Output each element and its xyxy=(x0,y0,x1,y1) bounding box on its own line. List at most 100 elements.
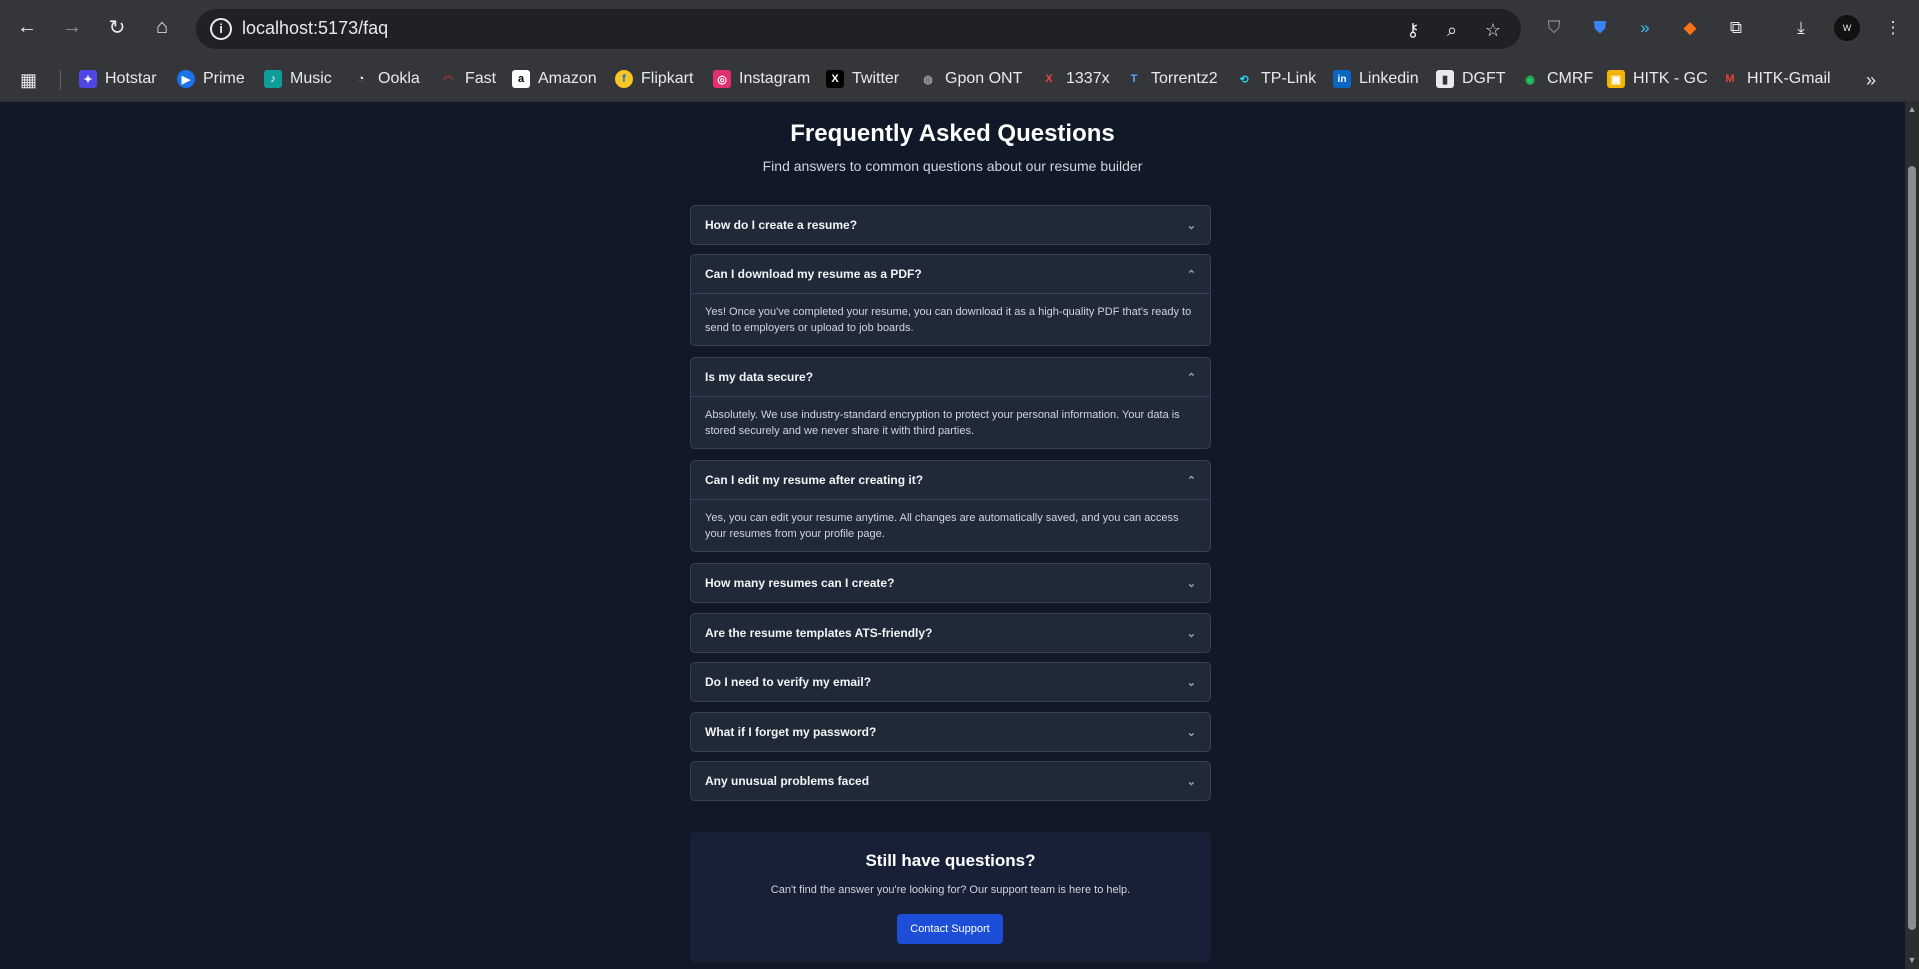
bookmark-instagram[interactable]: ◎ Instagram xyxy=(713,70,810,88)
bookmark-tp-link[interactable]: ⟲ TP-Link xyxy=(1235,70,1316,88)
extensions-puzzle-icon[interactable]: ⧉ xyxy=(1723,15,1749,41)
chevron-up-icon: ⌃ xyxy=(1186,268,1196,281)
scrollbar-thumb[interactable] xyxy=(1908,166,1916,930)
instagram-icon: ◎ xyxy=(713,70,731,88)
bookmark-label: Prime xyxy=(203,70,245,87)
tp-link-icon: ⟲ xyxy=(1239,73,1249,86)
bookmark-1337x[interactable]: X 1337x xyxy=(1040,70,1110,88)
forward-icon[interactable]: → xyxy=(58,13,86,41)
bookmark-music[interactable]: ♪ Music xyxy=(264,70,332,88)
metamask-extension-icon[interactable]: ◆ xyxy=(1677,15,1703,41)
bookmark-hitk-gmail[interactable]: M HITK-Gmail xyxy=(1721,70,1831,88)
chevron-down-icon: ⌄ xyxy=(1186,676,1196,689)
chevron-down-icon: ⌄ xyxy=(1186,726,1196,739)
ublock-extension-icon[interactable]: ⛉ xyxy=(1541,15,1567,41)
bookmark-cmrf[interactable]: ◉ CMRF xyxy=(1521,70,1593,88)
bookmark-amazon[interactable]: a Amazon xyxy=(512,70,597,88)
scroll-down-icon[interactable]: ▼ xyxy=(1907,955,1917,965)
bookmark-prime[interactable]: ▶ Prime xyxy=(177,70,245,88)
faq-question-text: How many resumes can I create? xyxy=(705,576,895,590)
bookmark-gpon-ont[interactable]: ◍ Gpon ONT xyxy=(919,70,1022,88)
faq-item[interactable]: Are the resume templates ATS-friendly? ⌄ xyxy=(690,613,1211,653)
linkedin-icon: in xyxy=(1333,70,1351,88)
contact-support-button[interactable]: Contact Support xyxy=(897,914,1003,944)
faq-item[interactable]: Do I need to verify my email? ⌄ xyxy=(690,662,1211,702)
faq-item[interactable]: Can I download my resume as a PDF? ⌃ Yes!… xyxy=(690,254,1211,346)
bookmark-dgft[interactable]: ▮ DGFT xyxy=(1436,70,1506,88)
bookmark-label: 1337x xyxy=(1066,70,1110,87)
1337x-icon: X xyxy=(1045,73,1053,85)
site-info-icon[interactable]: i xyxy=(210,18,232,40)
faq-page: Frequently Asked Questions Find answers … xyxy=(0,102,1905,969)
music-icon: ♪ xyxy=(264,70,282,88)
address-bar[interactable]: i localhost:5173/faq ⚷ ⌕ ☆ xyxy=(196,9,1521,49)
faq-answer: Absolutely. We use industry-standard enc… xyxy=(691,396,1210,448)
faq-question-text: Can I download my resume as a PDF? xyxy=(705,267,922,281)
faq-question-button[interactable]: Do I need to verify my email? ⌄ xyxy=(691,663,1210,701)
cmrf-icon: ◉ xyxy=(1525,73,1535,86)
bookmark-hotstar[interactable]: ✦ Hotstar xyxy=(79,70,157,88)
bookmark-linkedin[interactable]: in Linkedin xyxy=(1333,70,1419,88)
faq-question-text: Is my data secure? xyxy=(705,370,814,384)
bookmark-torrentz2[interactable]: T Torrentz2 xyxy=(1125,70,1218,88)
faq-item[interactable]: Can I edit my resume after creating it? ⌃… xyxy=(690,460,1211,552)
home-icon[interactable]: ⌂ xyxy=(148,13,176,41)
faq-question-button[interactable]: Any unusual problems faced ⌄ xyxy=(691,762,1210,800)
faq-question-button[interactable]: How do I create a resume? ⌄ xyxy=(691,206,1210,244)
chevron-up-icon: ⌃ xyxy=(1186,474,1196,487)
faq-question-button[interactable]: Is my data secure? ⌃ xyxy=(691,358,1210,396)
url-text[interactable]: localhost:5173/faq xyxy=(242,18,388,39)
back-icon[interactable]: ← xyxy=(13,13,41,41)
bookmark-star-icon[interactable]: ☆ xyxy=(1481,18,1505,42)
faq-question-button[interactable]: Can I edit my resume after creating it? ⌃ xyxy=(691,461,1210,499)
signal-extension-icon[interactable]: » xyxy=(1632,15,1658,41)
faq-answer: Yes! Once you've completed your resume, … xyxy=(691,293,1210,345)
menu-kebab-icon[interactable]: ⋮ xyxy=(1880,15,1906,41)
faq-question-button[interactable]: Are the resume templates ATS-friendly? ⌄ xyxy=(691,614,1210,652)
apps-grid-icon[interactable]: ▦ xyxy=(20,70,37,91)
scroll-up-icon[interactable]: ▲ xyxy=(1907,104,1917,114)
faq-question-button[interactable]: What if I forget my password? ⌄ xyxy=(691,713,1210,751)
x-twitter-icon: X xyxy=(826,70,844,88)
bookmark-twitter[interactable]: X Twitter xyxy=(826,70,899,88)
bookmark-hitk-gc[interactable]: ▣ HITK - GC xyxy=(1607,70,1708,88)
hotstar-icon: ✦ xyxy=(79,70,97,88)
browser-toolbar: ← → ↻ ⌂ i localhost:5173/faq ⚷ ⌕ ☆ ⛉ ⛊ »… xyxy=(0,0,1919,58)
faq-item[interactable]: What if I forget my password? ⌄ xyxy=(690,712,1211,752)
faq-item[interactable]: Is my data secure? ⌃ Absolutely. We use i… xyxy=(690,357,1211,449)
zoom-icon[interactable]: ⌕ xyxy=(1440,18,1464,42)
page-scrollbar[interactable]: ▲ ▼ xyxy=(1905,102,1919,969)
amazon-icon: a xyxy=(512,70,530,88)
support-text: Can't find the answer you're looking for… xyxy=(770,884,1131,896)
chevron-down-icon: ⌄ xyxy=(1186,775,1196,788)
fast-icon: ◠ xyxy=(443,73,453,86)
chevron-down-icon: ⌄ xyxy=(1186,627,1196,640)
gmail-icon: M xyxy=(1725,73,1735,85)
faq-item[interactable]: How do I create a resume? ⌄ xyxy=(690,205,1211,245)
bookmark-label: Instagram xyxy=(739,70,811,87)
password-key-icon[interactable]: ⚷ xyxy=(1401,18,1425,42)
faq-question-button[interactable]: Can I download my resume as a PDF? ⌃ xyxy=(691,255,1210,293)
bookmark-label: Hotstar xyxy=(105,70,157,87)
classroom-icon: ▣ xyxy=(1607,70,1625,88)
bookmark-fast[interactable]: ◠ Fast xyxy=(439,70,496,88)
bookmark-label: Gpon ONT xyxy=(945,70,1023,87)
more-bookmarks-icon[interactable]: » xyxy=(1866,70,1876,91)
shield-extension-icon[interactable]: ⛊ xyxy=(1587,15,1613,41)
bookmark-label: HITK-Gmail xyxy=(1747,70,1831,87)
profile-avatar[interactable]: W xyxy=(1834,15,1860,41)
bookmarks-bar: ▦ ✦ Hotstar ▶ Prime ♪ Music ◔ Ookla ◠ Fast aA… xyxy=(0,58,1919,102)
reload-icon[interactable]: ↻ xyxy=(103,13,131,41)
faq-item[interactable]: Any unusual problems faced ⌄ xyxy=(690,761,1211,801)
bookmark-label: Flipkart xyxy=(641,70,694,87)
bookmark-ookla[interactable]: ◔ Ookla xyxy=(352,70,420,88)
page-subtitle: Find answers to common questions about o… xyxy=(762,158,1143,174)
prime-icon: ▶ xyxy=(177,70,195,88)
faq-item[interactable]: How many resumes can I create? ⌄ xyxy=(690,563,1211,603)
faq-question-button[interactable]: How many resumes can I create? ⌄ xyxy=(691,564,1210,602)
faq-question-text: Do I need to verify my email? xyxy=(705,675,872,689)
bookmark-label: CMRF xyxy=(1547,70,1594,87)
download-icon[interactable]: ⤓ xyxy=(1788,15,1814,41)
bookmark-label: Twitter xyxy=(852,70,900,87)
bookmark-flipkart[interactable]: f Flipkart xyxy=(615,70,693,88)
